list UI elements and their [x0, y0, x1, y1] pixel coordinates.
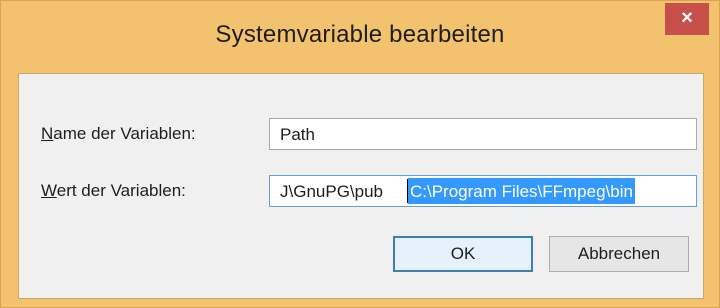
name-label-accelerator: N — [41, 124, 54, 143]
cancel-button[interactable]: Abbrechen — [549, 236, 689, 272]
variable-value-selected-text: C:\Program Files\FFmpeg\bin — [408, 178, 635, 204]
name-label: Name der Variablen: — [41, 124, 196, 144]
variable-value-unselected-text: J\GnuPG\pub — [280, 182, 384, 201]
variable-name-value: Path — [280, 125, 315, 144]
variable-name-input[interactable]: Path — [269, 118, 697, 150]
ok-button[interactable]: OK — [393, 236, 533, 272]
value-label-accelerator: W — [41, 181, 57, 200]
title-bar[interactable]: Systemvariable bearbeiten × — [1, 1, 719, 73]
value-label-text: ert der Variablen: — [56, 181, 186, 200]
name-label-text: ame der Variablen: — [53, 124, 196, 143]
variable-value-input[interactable]: J\GnuPG\pub C:\Program Files\FFmpeg\bin — [269, 175, 697, 207]
dialog-window: Systemvariable bearbeiten × Name der Var… — [0, 0, 720, 308]
dialog-content: Name der Variablen: Path Wert der Variab… — [18, 73, 704, 299]
value-label: Wert der Variablen: — [41, 181, 186, 201]
close-button[interactable]: × — [665, 3, 709, 35]
close-icon: × — [681, 7, 693, 29]
window-title: Systemvariable bearbeiten — [215, 21, 505, 48]
